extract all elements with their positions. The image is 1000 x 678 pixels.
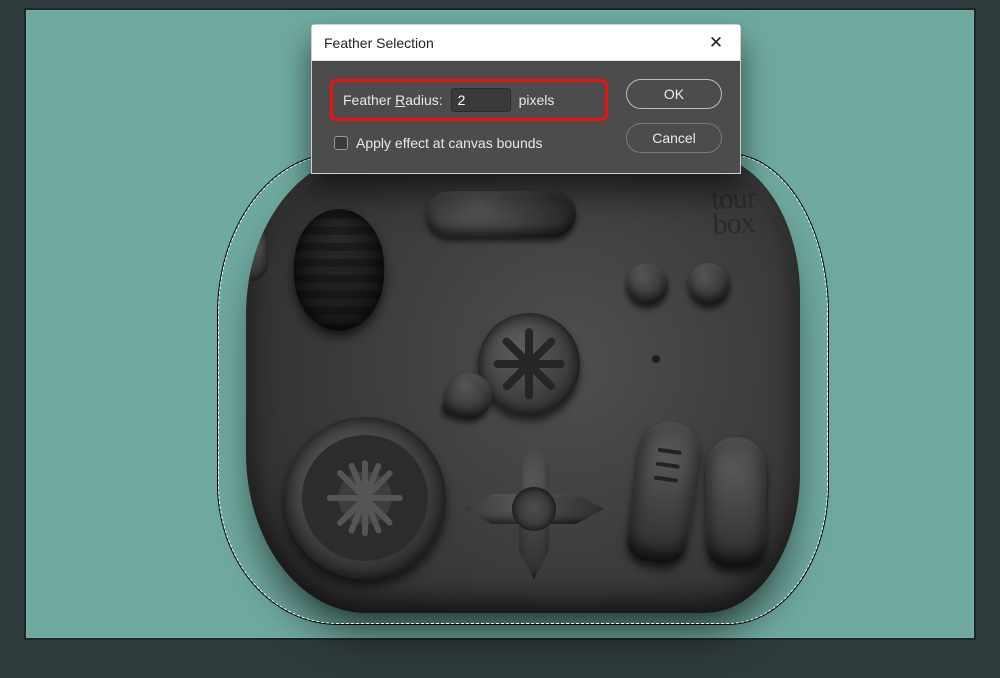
device-scroll-wheel — [294, 209, 384, 331]
close-icon: ✕ — [709, 33, 723, 53]
device-round-button-a — [626, 263, 668, 305]
ok-button[interactable]: OK — [626, 79, 722, 109]
app-stage: tour box — [0, 0, 1000, 678]
feather-radius-input[interactable] — [451, 88, 511, 112]
cancel-button[interactable]: Cancel — [626, 123, 722, 153]
dialog-title: Feather Selection — [324, 35, 434, 51]
tourbox-device: tour box — [246, 155, 800, 613]
dialog-titlebar[interactable]: Feather Selection ✕ — [312, 25, 740, 61]
dialog-body: Feather Radius: pixels Apply effect at c… — [312, 61, 740, 173]
device-brand: tour box — [710, 186, 757, 237]
device-top-pill — [426, 191, 576, 237]
apply-at-bounds-label: Apply effect at canvas bounds — [356, 135, 543, 151]
device-round-button-b — [688, 263, 730, 305]
device-lever-left — [624, 418, 703, 567]
apply-at-bounds-row[interactable]: Apply effect at canvas bounds — [334, 135, 608, 151]
close-button[interactable]: ✕ — [702, 29, 730, 57]
feather-radius-row: Feather Radius: pixels — [330, 79, 608, 121]
feather-radius-unit: pixels — [519, 92, 555, 108]
feather-radius-label: Feather Radius: — [343, 92, 443, 108]
device-dpad — [464, 439, 604, 579]
apply-at-bounds-checkbox[interactable] — [334, 136, 348, 150]
device-center-dial — [478, 313, 580, 415]
device-side-button — [246, 221, 268, 281]
device-lever-right — [706, 437, 766, 567]
device-brand-line2: box — [712, 210, 758, 237]
device-big-knob — [284, 417, 446, 579]
feather-selection-dialog: Feather Selection ✕ Feather Radius: pixe… — [311, 24, 741, 174]
device-led — [652, 355, 660, 363]
